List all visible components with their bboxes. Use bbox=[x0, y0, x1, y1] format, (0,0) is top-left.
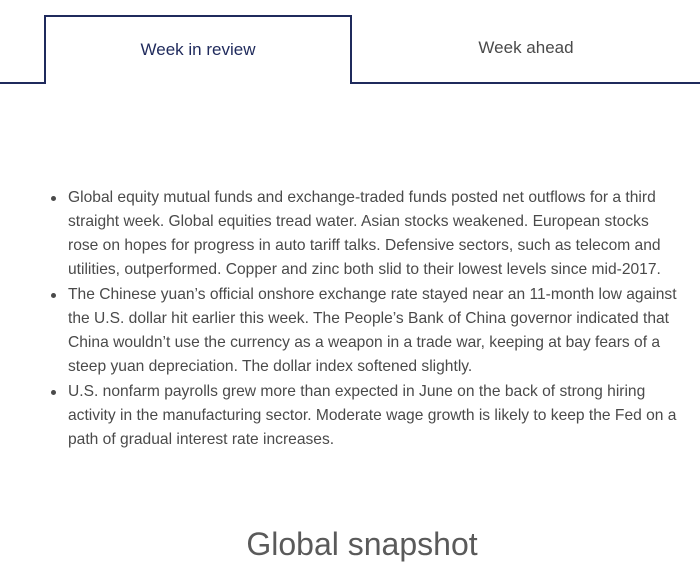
tab-baseline-left bbox=[0, 82, 46, 84]
review-bullet-list: Global equity mutual funds and exchange-… bbox=[46, 186, 682, 452]
week-in-review-panel: Global equity mutual funds and exchange-… bbox=[46, 186, 682, 453]
list-item: The Chinese yuan’s official onshore exch… bbox=[51, 283, 682, 379]
list-item: Global equity mutual funds and exchange-… bbox=[51, 186, 682, 282]
tab-baseline-right bbox=[350, 82, 700, 84]
list-item: U.S. nonfarm payrolls grew more than exp… bbox=[51, 380, 682, 452]
tab-week-in-review[interactable]: Week in review bbox=[44, 15, 352, 84]
list-item-text: Global equity mutual funds and exchange-… bbox=[68, 189, 661, 278]
list-item-text: U.S. nonfarm payrolls grew more than exp… bbox=[68, 383, 677, 448]
bullet-dot-icon bbox=[51, 390, 56, 395]
list-item-text: The Chinese yuan’s official onshore exch… bbox=[68, 286, 677, 375]
tab-week-ahead[interactable]: Week ahead bbox=[352, 15, 700, 82]
tab-label: Week ahead bbox=[478, 37, 574, 57]
section-title: Global snapshot bbox=[246, 526, 478, 562]
bullet-dot-icon bbox=[51, 196, 56, 201]
bullet-dot-icon bbox=[51, 293, 56, 298]
tab-label: Week in review bbox=[140, 39, 256, 59]
tab-bar: Week in review Week ahead bbox=[0, 0, 700, 86]
